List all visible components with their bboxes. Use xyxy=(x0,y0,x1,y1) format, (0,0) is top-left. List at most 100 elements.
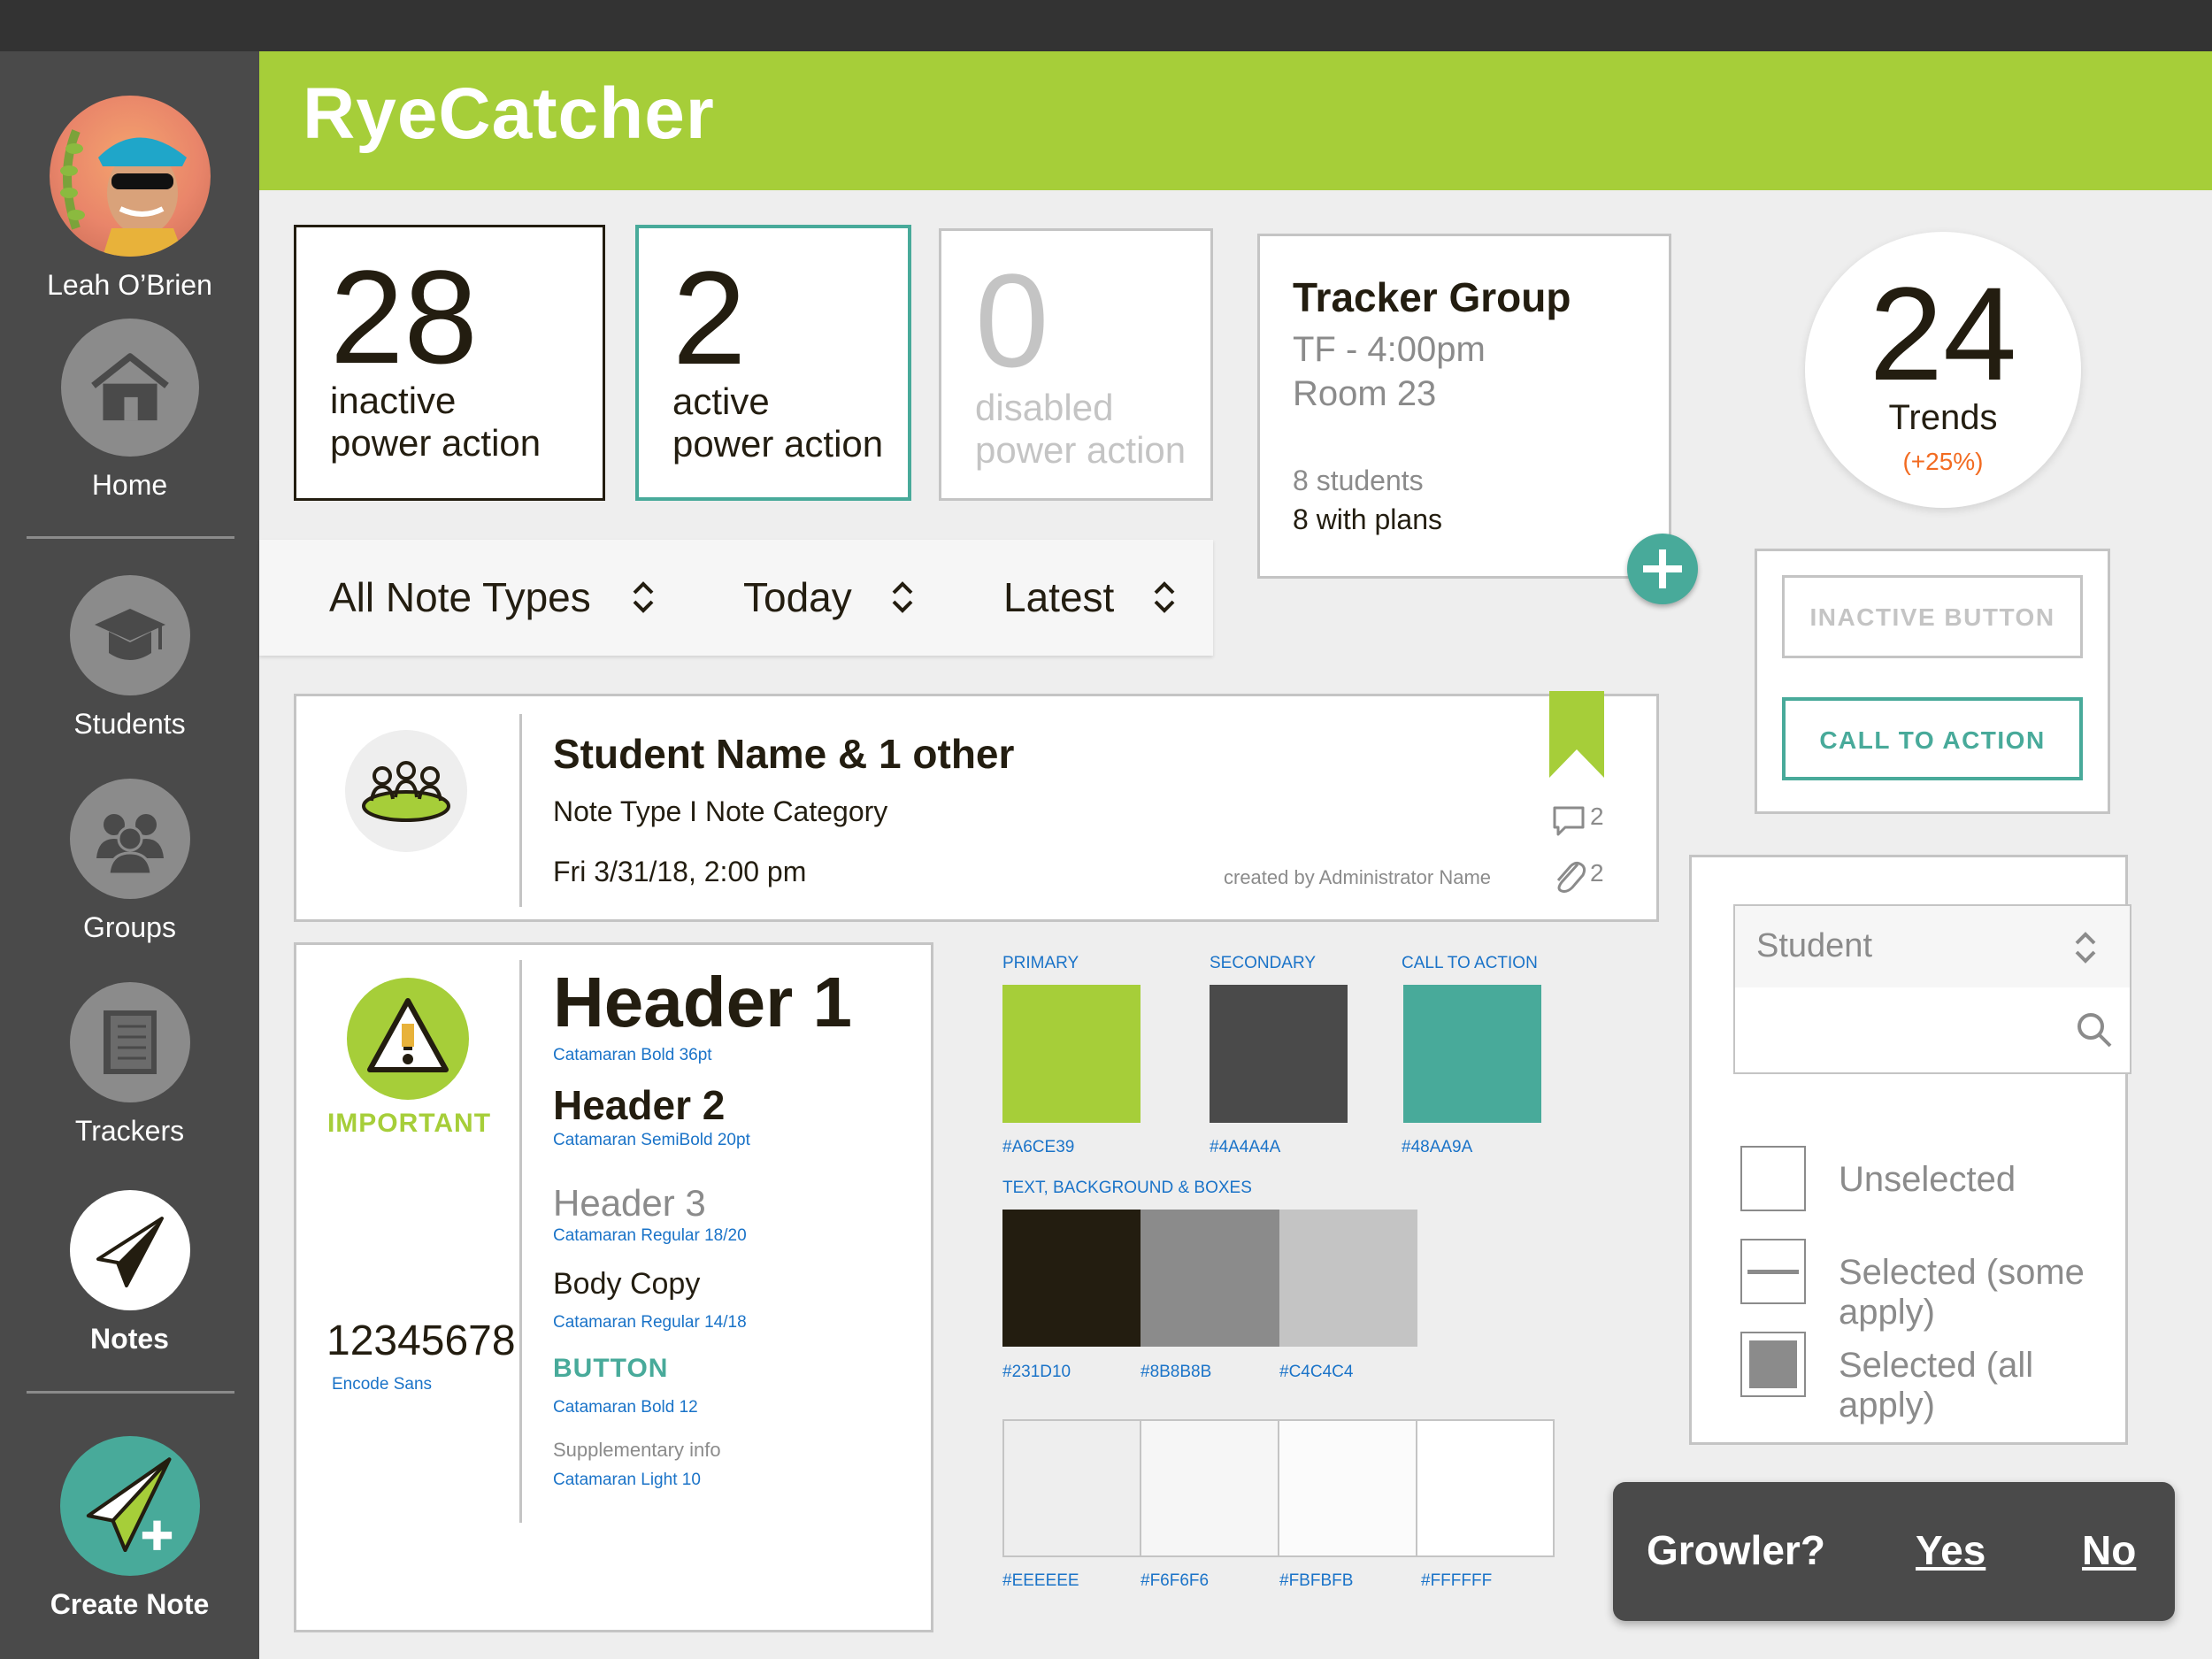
select-value: Student xyxy=(1756,927,1872,964)
divider xyxy=(519,960,522,1523)
sort-chevrons-icon xyxy=(2075,932,2096,964)
checkbox-label: Selected (all apply) xyxy=(1839,1346,2034,1425)
date-filter[interactable]: Today xyxy=(743,573,852,621)
group-note-icon xyxy=(362,761,450,822)
plus-icon xyxy=(1643,549,1682,588)
attachment-count: 2 xyxy=(1590,859,1604,887)
trends-widget[interactable]: 24 Trends (+25%) xyxy=(1805,232,2081,508)
search-icon[interactable] xyxy=(2075,1010,2114,1049)
sidebar-item-trackers[interactable]: Trackers xyxy=(0,982,259,1148)
swatch-hex: #F6F6F6 xyxy=(1141,1571,1210,1590)
notebook-icon xyxy=(103,1010,157,1074)
checkbox-label: Selected (some apply) xyxy=(1839,1253,2085,1332)
button-samples: INACTIVE BUTTON CALL TO ACTION xyxy=(1755,549,2110,814)
bg-swatch xyxy=(1417,1421,1553,1555)
add-button[interactable] xyxy=(1627,534,1698,604)
trends-label: Trends xyxy=(1888,398,1998,437)
user-profile[interactable]: Leah O’Brien xyxy=(0,96,259,302)
graduation-cap-icon xyxy=(94,609,165,660)
secondary-hex: #4A4A4A xyxy=(1210,1138,1281,1156)
note-card[interactable]: Student Name & 1 other Note Type I Note … xyxy=(294,691,1659,922)
note-date: Fri 3/31/18, 2:00 pm xyxy=(553,856,807,887)
power-action-active[interactable]: 2 active power action xyxy=(635,225,911,501)
search-field[interactable] xyxy=(1733,987,2131,1074)
header-3-spec: Catamaran Regular 18/20 xyxy=(553,1226,747,1245)
supplementary-spec: Catamaran Light 10 xyxy=(553,1471,701,1489)
tracker-plans: 8 with plans xyxy=(1293,503,1442,535)
trends-change: (+25%) xyxy=(1902,448,1984,475)
call-to-action-button[interactable]: CALL TO ACTION xyxy=(1782,697,2083,780)
sidebar-item-label: Home xyxy=(91,469,168,501)
button-text-sample: BUTTON xyxy=(553,1354,669,1383)
sidebar-item-students[interactable]: Students xyxy=(0,575,259,741)
checkbox-all[interactable] xyxy=(1740,1332,1806,1397)
cta-swatch xyxy=(1403,985,1541,1123)
sort-filter[interactable]: Latest xyxy=(1003,573,1114,621)
checkbox-unselected[interactable] xyxy=(1740,1146,1806,1211)
search-input[interactable] xyxy=(1753,1005,2054,1055)
warning-icon xyxy=(367,998,449,1072)
bookmark-icon[interactable] xyxy=(1548,691,1606,780)
text-swatch xyxy=(1002,1210,1141,1347)
cta-hex: #48AA9A xyxy=(1402,1138,1473,1156)
checkbox-partial[interactable] xyxy=(1740,1239,1806,1304)
power-action-count: 2 xyxy=(672,243,747,392)
header-1-sample: Header 1 xyxy=(553,963,852,1041)
growler-yes-link[interactable]: Yes xyxy=(1916,1526,1985,1574)
sidebar-item-groups[interactable]: Groups xyxy=(0,779,259,944)
growler-no-link[interactable]: No xyxy=(2082,1526,2136,1574)
secondary-swatch xyxy=(1210,985,1348,1123)
filter-bar: All Note Types Today Latest xyxy=(259,540,1213,656)
power-action-count: 0 xyxy=(975,246,1049,395)
paperclip-icon[interactable] xyxy=(1551,856,1586,895)
app-title: RyeCatcher xyxy=(303,73,715,154)
avatar xyxy=(49,96,211,257)
sidebar-item-label: Groups xyxy=(83,911,176,943)
body-copy-sample: Body Copy xyxy=(553,1267,701,1301)
text-bg-boxes-label: TEXT, BACKGROUND & BOXES xyxy=(1002,1179,1252,1197)
number-font-spec: Encode Sans xyxy=(332,1375,433,1394)
tracker-group-card[interactable]: Tracker Group TF - 4:00pm Room 23 8 stud… xyxy=(1257,234,1671,579)
gray-swatch xyxy=(1141,1210,1279,1347)
header-1-spec: Catamaran Bold 36pt xyxy=(553,1046,712,1064)
sort-chevrons-icon[interactable] xyxy=(890,579,915,616)
student-select[interactable]: Student xyxy=(1733,904,2131,989)
trends-value: 24 xyxy=(1869,259,2017,408)
cta-color-label: CALL TO ACTION xyxy=(1402,954,1538,972)
number-sample: 12345678 xyxy=(326,1317,516,1364)
important-label: IMPORTANT xyxy=(326,1109,492,1138)
power-action-count: 28 xyxy=(330,242,478,391)
note-avatar xyxy=(345,730,467,852)
create-note-button[interactable]: Create Note xyxy=(0,1436,259,1621)
bg-swatch xyxy=(1279,1421,1417,1555)
body-copy-spec: Catamaran Regular 14/18 xyxy=(553,1313,747,1332)
header-2-sample: Header 2 xyxy=(553,1082,726,1128)
divider xyxy=(27,536,234,539)
sidebar-item-notes[interactable]: Notes xyxy=(0,1190,259,1356)
important-badge xyxy=(347,978,469,1100)
note-title: Student Name & 1 other xyxy=(553,731,1015,777)
note-type-filter[interactable]: All Note Types xyxy=(329,573,591,621)
sidebar: Leah O’Brien Home Students Groups Tracke… xyxy=(0,51,259,1659)
sidebar-item-home[interactable]: Home xyxy=(0,319,259,502)
power-action-label-line2: power action xyxy=(672,423,884,465)
background-swatches xyxy=(1002,1419,1555,1557)
swatch-hex: #FBFBFB xyxy=(1279,1571,1354,1590)
primary-hex: #A6CE39 xyxy=(1002,1138,1075,1156)
comment-icon[interactable] xyxy=(1551,803,1586,838)
divider xyxy=(27,1391,234,1394)
paper-plane-icon xyxy=(96,1217,164,1287)
typography-card: IMPORTANT 12345678 Encode Sans Header 1 … xyxy=(294,942,933,1632)
sort-chevrons-icon[interactable] xyxy=(631,579,656,616)
primary-color-label: PRIMARY xyxy=(1002,954,1079,972)
light-gray-swatch xyxy=(1279,1210,1417,1347)
tracker-room: Room 23 xyxy=(1293,374,1437,413)
sort-chevrons-icon[interactable] xyxy=(1152,579,1177,616)
inactive-button[interactable]: INACTIVE BUTTON xyxy=(1782,575,2083,658)
create-note-icon xyxy=(86,1457,172,1552)
avatar-photo-icon xyxy=(59,129,187,257)
power-action-inactive[interactable]: 28 inactive power action xyxy=(294,225,605,501)
bg-swatch xyxy=(1004,1421,1141,1555)
growler-text: Growler? xyxy=(1647,1527,1825,1573)
swatch-hex: #FFFFFF xyxy=(1421,1571,1493,1590)
